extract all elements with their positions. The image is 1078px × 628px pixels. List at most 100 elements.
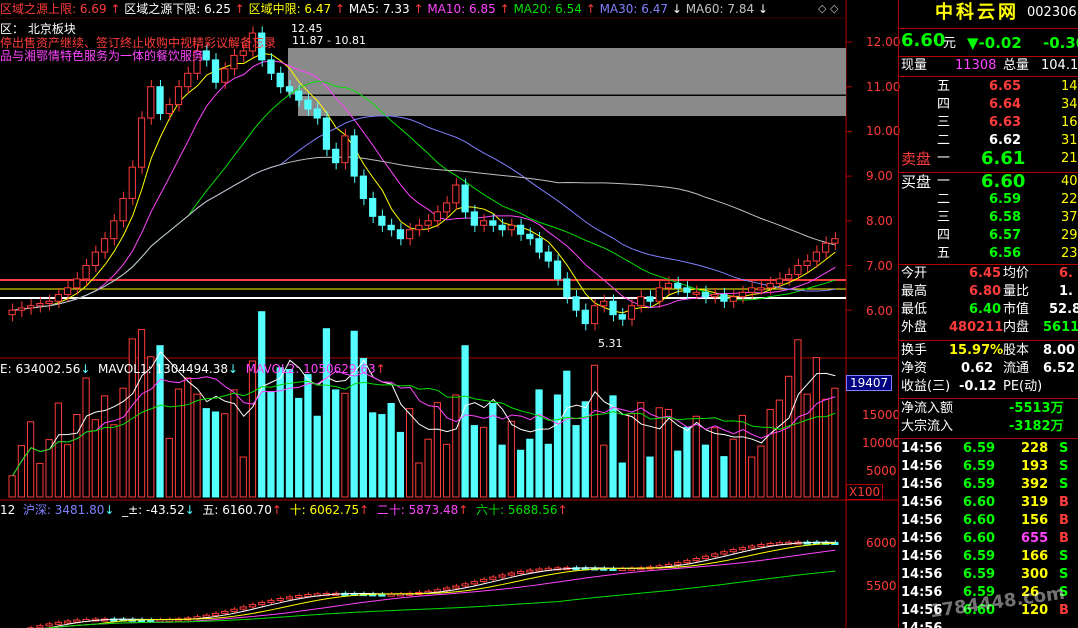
candle-body	[600, 300, 608, 307]
zone-mid-value: 区域中限: 6.47	[248, 2, 332, 16]
volume-bar	[276, 367, 284, 498]
bid-price[interactable]: 6.59	[989, 191, 1021, 209]
ask-price[interactable]: 6.61	[981, 150, 1025, 168]
bid-price[interactable]: 6.58	[989, 209, 1021, 227]
index-candle-body	[526, 569, 534, 573]
candle-body	[748, 287, 756, 293]
volume-bar	[452, 394, 460, 498]
bid-price[interactable]: 6.56	[989, 245, 1021, 263]
candle-body	[174, 86, 183, 106]
tick-row: 14:56 6.59 392 S	[899, 476, 1078, 494]
candle-body	[110, 220, 118, 240]
volume-bar	[553, 394, 562, 498]
stat-value: 480211	[949, 320, 1004, 335]
bid-price[interactable]: 6.57	[989, 227, 1021, 245]
volume-bar	[683, 426, 691, 498]
index-candle-body	[683, 560, 691, 564]
tick-time: 14:56	[901, 459, 943, 474]
index-ma-line	[44, 549, 836, 628]
bid-level-label: 一	[937, 174, 951, 189]
index-candle-body	[295, 595, 303, 599]
bid-price[interactable]: 6.60	[981, 173, 1025, 191]
candle-body	[119, 197, 127, 222]
index-candle-body	[258, 601, 266, 606]
index-candle-body	[701, 555, 710, 560]
candle-body	[45, 300, 53, 304]
price-axis-label: 10.00	[866, 124, 901, 138]
volume-bar	[692, 415, 700, 498]
ask-price[interactable]: 6.64	[989, 96, 1021, 114]
candle-body	[766, 282, 774, 289]
volume-bar	[766, 408, 774, 498]
flow-label: 净流入额	[901, 401, 954, 416]
candle-body	[498, 224, 506, 231]
candle-body	[433, 211, 441, 222]
sector-label: 区： 北京板块	[0, 22, 76, 36]
bid-level-label: 二	[937, 192, 951, 207]
chart-area[interactable]: 区域之源上限: 6.69 ↑ 区域之源下限: 6.25 ↑ 区域中限: 6.47…	[0, 0, 901, 628]
index-info-bar: 12 沪深: 3481.80↓ _±: -43.52↓ 五: 6160.70↑ …	[0, 503, 568, 517]
volume-bar	[202, 408, 210, 498]
index-candle-body	[498, 574, 506, 578]
index-candle-body	[36, 625, 44, 628]
volume-bar	[239, 456, 247, 498]
volume-bar	[461, 345, 469, 498]
candle-body	[221, 68, 229, 83]
candle-body	[535, 238, 543, 253]
candle-body	[424, 220, 432, 226]
volume-unit: X100	[846, 484, 884, 500]
index-candle-body	[535, 568, 543, 572]
ask-level-label: 五	[937, 79, 951, 94]
volume-bar	[322, 328, 331, 498]
candle-body	[701, 291, 710, 298]
candle-body	[507, 224, 515, 231]
tick-price: 6.59	[963, 441, 996, 456]
notice-line-1[interactable]: 停出售资产继续、签订终止收购中视精彩议解备忘录	[0, 36, 276, 50]
tick-time: 14:56	[901, 513, 943, 528]
volume-info-bar: E: 634002.56↓ MAVOL1: 1304494.38↓ MAVOL2…	[0, 362, 386, 376]
kline-chart[interactable]	[0, 0, 898, 628]
volume-bar	[165, 437, 173, 498]
volume-bar	[637, 402, 645, 498]
ask-level-label: 三	[937, 115, 951, 130]
volume-bar	[720, 456, 728, 498]
notice-line-2[interactable]: 品与湘鄂情特色服务为一体的餐饮服务	[0, 49, 204, 63]
index-candle-body	[507, 572, 515, 576]
volume-bar	[785, 375, 793, 498]
bid-volume: 37	[1061, 210, 1078, 225]
candle-body	[350, 135, 358, 177]
volume-axis-label: 15000	[862, 408, 901, 422]
range-label: 11.87 - 10.81	[292, 34, 366, 47]
price-change: ▼-0.02	[967, 34, 1022, 52]
candle-body	[63, 287, 72, 296]
candle-body	[332, 148, 340, 164]
candle-body	[211, 59, 220, 83]
candle-body	[563, 278, 571, 298]
candle-body	[285, 86, 294, 92]
index-candle-body	[470, 581, 478, 585]
tick-vol: 156	[1021, 513, 1049, 528]
volume-bar	[221, 413, 229, 498]
ask-volume: 16	[1061, 115, 1078, 130]
volume-bar	[369, 412, 377, 498]
candle-body	[359, 175, 368, 199]
candle-body	[711, 294, 719, 298]
index-candle-body	[267, 599, 275, 603]
volume-axis-label: 5000	[866, 464, 897, 478]
price-axis-label: 11.00	[866, 80, 901, 94]
window-controls[interactable]: ◇ ◇	[818, 2, 838, 16]
candle-body	[17, 307, 25, 311]
ask-price[interactable]: 6.65	[989, 78, 1021, 96]
volume-bar	[415, 462, 423, 498]
tick-row: 14:56 6.60 156 B	[899, 512, 1078, 530]
tick-time: 14:56	[901, 477, 943, 492]
ask-volume: 14	[1061, 79, 1078, 94]
last-price: 6.60	[901, 30, 946, 51]
bid-volume: 23	[1061, 246, 1078, 261]
volume-bar	[359, 357, 368, 498]
candle-body	[8, 309, 16, 316]
tick-side: S	[1059, 477, 1069, 492]
ask-price[interactable]: 6.63	[989, 114, 1021, 132]
tick-vol: 655	[1021, 531, 1049, 546]
candle-body	[664, 282, 673, 289]
